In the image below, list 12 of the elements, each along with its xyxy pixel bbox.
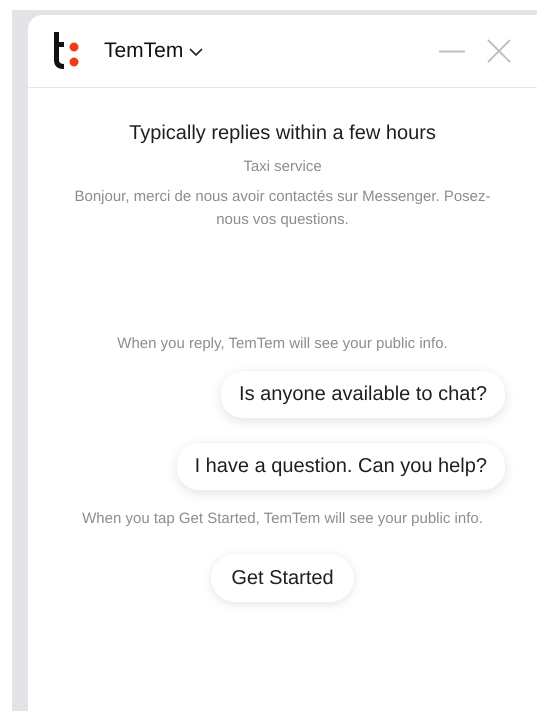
suggestion-chip[interactable]: Is anyone available to chat? <box>221 370 505 418</box>
close-icon[interactable] <box>487 39 511 63</box>
chevron-down-icon[interactable] <box>189 48 204 57</box>
greeting-text: Bonjour, merci de nous avoir contactés sur Messenger. Posez-nous vos questions. <box>73 186 492 230</box>
page-title[interactable]: TemTem <box>104 35 184 67</box>
get-started-button[interactable]: Get Started <box>211 554 354 602</box>
privacy-notice: When you tap Get Started, TemTem will see your public info. <box>81 508 484 528</box>
privacy-notice: When you reply, TemTem will see your public info. <box>116 334 449 354</box>
minimize-icon[interactable] <box>439 50 465 52</box>
suggestion-chip[interactable]: I have a question. Can you help? <box>176 442 505 490</box>
response-time: Typically replies within a few hours <box>129 121 436 146</box>
page-category: Taxi service <box>243 157 322 177</box>
